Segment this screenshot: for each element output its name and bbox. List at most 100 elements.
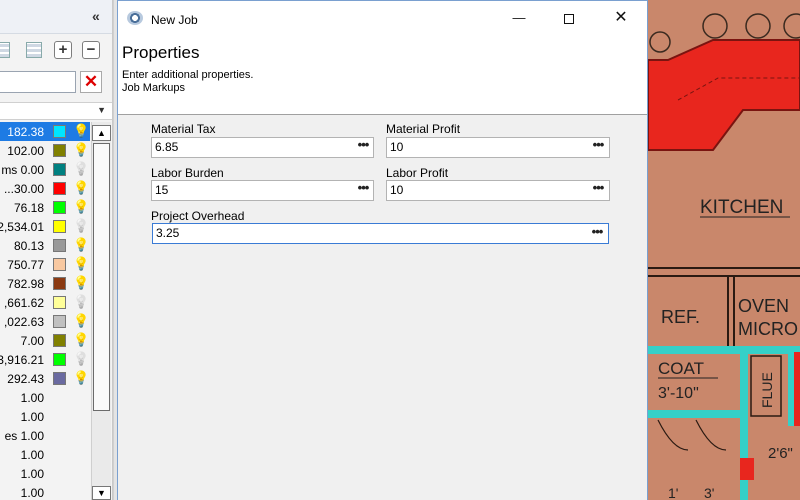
collapse-panel-icon[interactable]: « [92, 8, 100, 24]
visibility-bulb-icon[interactable]: 💡 [73, 123, 89, 139]
labor-profit-field[interactable]: 10 [386, 180, 610, 201]
layer-row[interactable]: ,661.62 💡 [0, 293, 90, 312]
layer-row[interactable]: 102.00 💡 [0, 141, 90, 160]
visibility-bulb-icon[interactable]: 💡 [73, 275, 89, 291]
fixture-circle [649, 31, 671, 53]
remove-layer-button[interactable]: − [82, 41, 100, 59]
layer-row[interactable]: 76.18 💡 [0, 198, 90, 217]
labor-burden-ellipsis-button[interactable]: ••• [352, 180, 374, 201]
material-tax-label: Material Tax [151, 122, 216, 136]
layer-row[interactable]: 1.00 [0, 464, 90, 483]
layer-grid-icon[interactable] [0, 42, 10, 58]
visibility-bulb-icon[interactable]: 💡 [73, 370, 89, 386]
layer-quantity: 76.18 [13, 201, 44, 215]
layer-row[interactable]: ms 0.00 💡 [0, 160, 90, 179]
project-overhead-ellipsis-button[interactable]: ••• [586, 224, 608, 245]
project-overhead-field[interactable]: 3.25 [152, 223, 609, 244]
fixture-circle [745, 13, 771, 39]
layer-color-swatch[interactable] [53, 239, 66, 252]
layer-color-swatch[interactable] [53, 258, 66, 271]
layer-quantity: 102.00 [7, 144, 44, 158]
scroll-down-icon[interactable]: ▼ [92, 486, 111, 500]
layer-color-swatch[interactable] [53, 296, 66, 309]
layer-row[interactable]: 7.00 💡 [0, 331, 90, 350]
layer-row[interactable]: 80.13 💡 [0, 236, 90, 255]
visibility-bulb-icon[interactable]: 💡 [73, 294, 89, 310]
dimension-label: 2'6" [768, 445, 793, 462]
layer-quantity: 7.00 [20, 334, 44, 348]
labor-burden-field[interactable]: 15 [151, 180, 374, 201]
visibility-bulb-icon[interactable]: 💡 [73, 142, 89, 158]
layer-color-swatch[interactable] [53, 353, 66, 366]
layer-row[interactable]: es 1.00 [0, 426, 90, 445]
layer-color-swatch[interactable] [53, 201, 66, 214]
layer-color-swatch[interactable] [53, 372, 66, 385]
material-tax-ellipsis-button[interactable]: ••• [352, 137, 374, 158]
clear-search-button[interactable]: ✕ [80, 71, 102, 93]
section-label: Job Markups [122, 82, 185, 94]
visibility-bulb-icon[interactable]: 💡 [73, 161, 89, 177]
new-job-dialog: New Job — ✕ Properties Enter additional … [117, 0, 648, 500]
layer-row[interactable]: 3,916.21 💡 [0, 350, 90, 369]
layer-row[interactable]: 2,534.01 💡 [0, 217, 90, 236]
fixture-circle [783, 13, 800, 39]
cabinet-strip [648, 346, 800, 354]
duplicate-layer-icon[interactable] [26, 42, 42, 58]
layer-quantity: ...30.00 [3, 182, 44, 196]
layer-row[interactable]: ...30.00 💡 [0, 179, 90, 198]
fixture-circle [702, 13, 728, 39]
layer-color-swatch[interactable] [53, 220, 66, 233]
panel-search-input[interactable] [0, 71, 76, 93]
material-profit-ellipsis-button[interactable]: ••• [587, 137, 609, 158]
red-block [740, 458, 754, 480]
layer-row[interactable]: 1.00 [0, 445, 90, 464]
material-tax-field[interactable]: 6.85 [151, 137, 374, 158]
dialog-titlebar: New Job — ✕ [118, 1, 647, 35]
layer-row[interactable]: 750.77 💡 [0, 255, 90, 274]
visibility-bulb-icon[interactable]: 💡 [73, 332, 89, 348]
layer-color-swatch[interactable] [53, 334, 66, 347]
close-button[interactable]: ✕ [598, 1, 644, 35]
panel-filter-dropdown[interactable]: ▼ [0, 102, 112, 120]
kitchen-label: KITCHEN [700, 197, 783, 218]
maximize-icon [564, 13, 574, 24]
coat-dim-label: 3'-10" [658, 385, 699, 402]
layer-quantity: 1.00 [20, 467, 44, 481]
layer-color-swatch[interactable] [53, 182, 66, 195]
visibility-bulb-icon[interactable]: 💡 [73, 199, 89, 215]
layer-row[interactable]: 782.98 💡 [0, 274, 90, 293]
layer-row[interactable]: 292.43 💡 [0, 369, 90, 388]
visibility-bulb-icon[interactable]: 💡 [73, 218, 89, 234]
layer-row[interactable]: 182.38 💡 [0, 122, 90, 141]
wizard-header: Properties Enter additional properties. … [118, 35, 647, 115]
chevron-down-icon: ▼ [97, 105, 106, 115]
visibility-bulb-icon[interactable]: 💡 [73, 351, 89, 367]
scrollbar-thumb[interactable] [93, 143, 110, 411]
scroll-up-icon[interactable]: ▲ [92, 125, 111, 141]
visibility-bulb-icon[interactable]: 💡 [73, 180, 89, 196]
material-profit-field[interactable]: 10 [386, 137, 610, 158]
layer-row[interactable]: 1.00 [0, 388, 90, 407]
layer-row[interactable]: 1.00 [0, 483, 90, 500]
layer-row[interactable]: ,022.63 💡 [0, 312, 90, 331]
layer-color-swatch[interactable] [53, 125, 66, 138]
layer-color-swatch[interactable] [53, 163, 66, 176]
visibility-bulb-icon[interactable]: 💡 [73, 256, 89, 272]
visibility-bulb-icon[interactable]: 💡 [73, 313, 89, 329]
floor-plan-canvas[interactable]: KITCHEN REF. OVEN MICRO COAT 3'-10" FLUE… [648, 0, 800, 500]
labor-profit-ellipsis-button[interactable]: ••• [587, 180, 609, 201]
layer-color-swatch[interactable] [53, 315, 66, 328]
maximize-button[interactable] [546, 1, 592, 35]
project-overhead-label: Project Overhead [151, 209, 245, 223]
dialog-title: New Job [151, 13, 198, 27]
layer-quantity: 1.00 [20, 410, 44, 424]
layer-color-swatch[interactable] [53, 277, 66, 290]
minimize-button[interactable]: — [496, 1, 542, 35]
add-layer-button[interactable]: + [54, 41, 72, 59]
layer-color-swatch[interactable] [53, 144, 66, 157]
visibility-bulb-icon[interactable]: 💡 [73, 237, 89, 253]
layer-row[interactable]: 1.00 [0, 407, 90, 426]
door-swing [695, 419, 727, 451]
layer-quantity: 1.00 [20, 391, 44, 405]
layer-list-scrollbar[interactable]: ▲ ▼ [91, 122, 111, 500]
